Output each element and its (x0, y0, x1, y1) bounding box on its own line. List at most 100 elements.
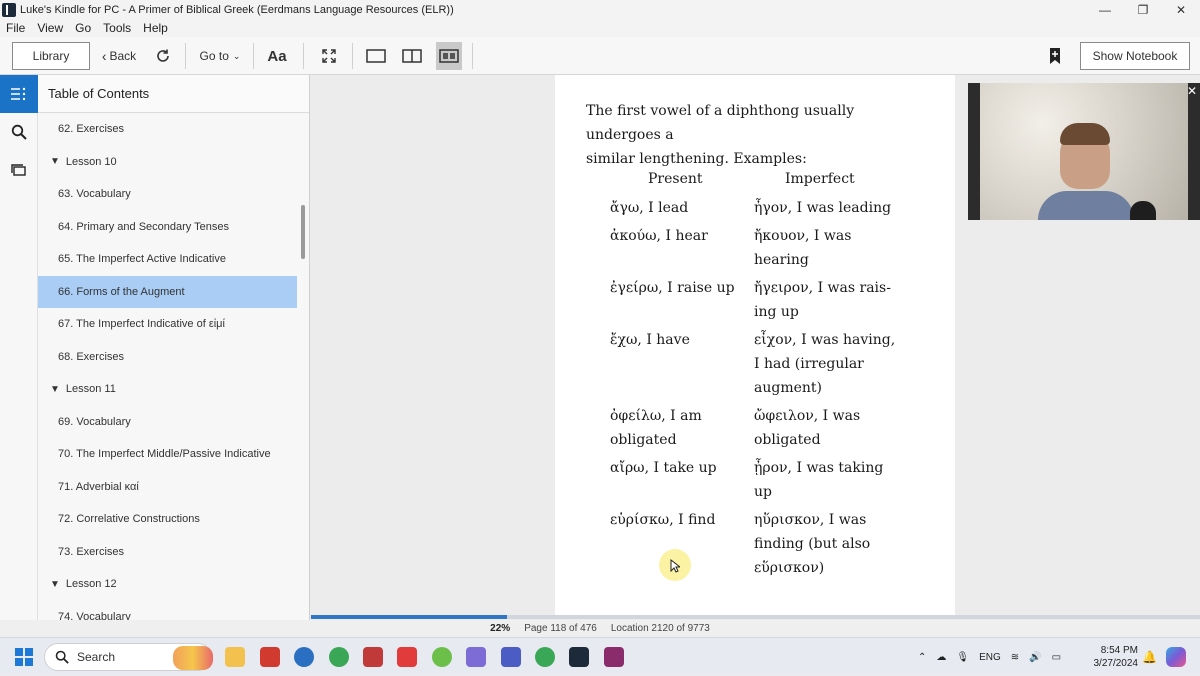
toc-toggle-button[interactable] (0, 75, 38, 113)
toc-lesson-item[interactable]: ▼ Lesson 12 (38, 568, 297, 601)
page-intro: The first vowel of a diphthong usually u… (586, 99, 931, 171)
app-icon-3[interactable] (432, 647, 452, 667)
single-column-button[interactable] (364, 42, 388, 70)
minimize-button[interactable]: — (1086, 3, 1124, 17)
menu-view[interactable]: View (31, 21, 69, 35)
maximize-button[interactable]: ❐ (1124, 3, 1162, 17)
app-icon-1[interactable] (294, 647, 314, 667)
toolbar-divider (303, 43, 304, 69)
kindle-taskbar-icon[interactable] (569, 647, 589, 667)
imperfect-form: augment) (754, 380, 822, 396)
toc-item[interactable]: 65. The Imperfect Active Indicative (38, 243, 297, 276)
present-form: ἄγω, I lead (610, 200, 689, 216)
chevron-up-icon[interactable]: ⌃ (918, 652, 926, 663)
imperfect-form: hearing (754, 252, 809, 268)
toc-item[interactable]: 69. Vocabulary (38, 406, 297, 439)
two-column-button[interactable] (400, 42, 424, 70)
person-shirt (1038, 191, 1134, 220)
language-indicator[interactable]: ENG (979, 652, 1001, 663)
menu-tools[interactable]: Tools (97, 21, 137, 35)
toc-item[interactable]: 73. Exercises (38, 536, 297, 569)
acrobat-icon[interactable] (260, 647, 280, 667)
column-header-imperfect: Imperfect (785, 171, 855, 187)
reading-progress-bar[interactable] (311, 615, 1200, 619)
copilot-icon[interactable] (1166, 647, 1186, 667)
toc-item[interactable]: 68. Exercises (38, 341, 297, 374)
toc-scrollbar-thumb[interactable] (301, 205, 305, 259)
collapse-triangle-icon[interactable]: ▼ (50, 579, 60, 590)
close-button[interactable]: ✕ (1162, 3, 1200, 17)
wifi-icon[interactable]: ≋ (1011, 652, 1019, 663)
clock-date: 3/27/2024 (1093, 658, 1139, 669)
page-flip-button[interactable] (436, 42, 462, 70)
menu-help[interactable]: Help (137, 21, 174, 35)
grid-view-icon (439, 49, 459, 63)
toc-item-label: Lesson 11 (65, 383, 116, 396)
imperfect-form: εἶχον, I was having, (754, 332, 896, 348)
close-icon[interactable]: ✕ (1187, 84, 1197, 98)
present-form: εὑρίσκω, I find (610, 512, 716, 528)
windows-start-icon[interactable] (14, 647, 34, 667)
imperfect-form: finding (but also (754, 536, 871, 552)
toc-lesson-item[interactable]: ▼ Lesson 10 (38, 146, 297, 179)
font-settings-button[interactable]: Aa (262, 42, 292, 70)
battery-icon[interactable]: ▭ (1052, 652, 1061, 663)
system-tray: ⌃ ☁ 🎙 ENG ≋ 🔊 ▭ (918, 638, 1061, 676)
menu-file[interactable]: File (0, 21, 31, 35)
toc-item-label: 71. Adverbial καί (58, 480, 139, 493)
toc-list: 62. Exercises ▼ Lesson 10 63. Vocabulary 64.… (38, 113, 297, 620)
imperfect-form: I had (irregular (754, 356, 864, 372)
collapse-triangle-icon[interactable]: ▼ (50, 156, 60, 167)
toc-item[interactable]: 64. Primary and Secondary Tenses (38, 211, 297, 244)
video-player-icon[interactable] (397, 647, 417, 667)
present-form: ἔχω, I have (610, 332, 690, 348)
toc-item-label: 69. Vocabulary (58, 415, 131, 428)
toc-item[interactable]: 70. The Imperfect Middle/Passive Indicat… (38, 438, 297, 471)
library-button[interactable]: Library (12, 42, 90, 70)
toc-item-label: 74. Vocabulary (58, 610, 131, 620)
toc-item-label: Lesson 10 (65, 155, 117, 168)
app-icon-2[interactable] (363, 647, 383, 667)
imperfect-form: ὤφειλον, I was (754, 408, 861, 424)
present-form: ἀκούω, I hear (610, 228, 708, 244)
toc-item[interactable]: 63. Vocabulary (38, 178, 297, 211)
toc-item-label: 64. Primary and Secondary Tenses (58, 220, 229, 233)
volume-icon[interactable]: 🔊 (1029, 652, 1041, 663)
fullscreen-button[interactable] (318, 42, 340, 70)
file-explorer-icon[interactable] (225, 647, 245, 667)
taskbar-clock[interactable]: 8:54 PM 3/27/2024 (1088, 644, 1139, 670)
toc-lesson-item[interactable]: ▼ Lesson 11 (38, 373, 297, 406)
toc-header: Table of Contents (38, 75, 309, 113)
back-label: Back (109, 49, 137, 63)
toc-item[interactable]: 67. The Imperfect Indicative of εἰμί (38, 308, 297, 341)
toc-item[interactable]: 71. Adverbial καί (38, 471, 297, 504)
bookmark-button[interactable] (1044, 42, 1066, 70)
toc-item[interactable]: 72. Correlative Constructions (38, 503, 297, 536)
flashcards-button[interactable] (0, 151, 38, 189)
fullscreen-icon (322, 49, 336, 63)
teams-icon[interactable] (501, 647, 521, 667)
reading-progress-fill (311, 615, 507, 619)
goto-button[interactable]: Go to ⌄ (196, 42, 244, 70)
back-button[interactable]: ‹ Back (98, 42, 140, 70)
cloud-icon[interactable]: ☁ (936, 652, 946, 663)
toc-item[interactable]: 66. Forms of the Augment (38, 275, 297, 308)
intro-line: The first vowel of a diphthong usually u… (586, 103, 855, 143)
imperfect-form: εὕρισκον) (754, 560, 825, 576)
sync-button[interactable] (152, 42, 174, 70)
toc-item[interactable]: 74. Vocabulary (38, 601, 297, 620)
search-button[interactable] (0, 113, 38, 151)
app-icon-4[interactable] (466, 647, 486, 667)
show-notebook-button[interactable]: Show Notebook (1080, 42, 1190, 70)
microphone-icon[interactable]: 🎙 (956, 652, 969, 663)
table-of-contents-panel: Table of Contents 62. Exercises ▼ Lesson 1… (38, 75, 310, 620)
search-icon (11, 124, 27, 140)
chrome-icon[interactable] (329, 647, 349, 667)
app-icon-5[interactable] (604, 647, 624, 667)
toc-item[interactable]: 62. Exercises (38, 113, 297, 146)
menu-go[interactable]: Go (69, 21, 97, 35)
collapse-triangle-icon[interactable]: ▼ (50, 384, 60, 395)
taskbar-search[interactable]: Search (44, 643, 213, 671)
notification-bell-icon[interactable]: 🔔 (1142, 638, 1157, 676)
chrome-profile-icon[interactable] (535, 647, 555, 667)
